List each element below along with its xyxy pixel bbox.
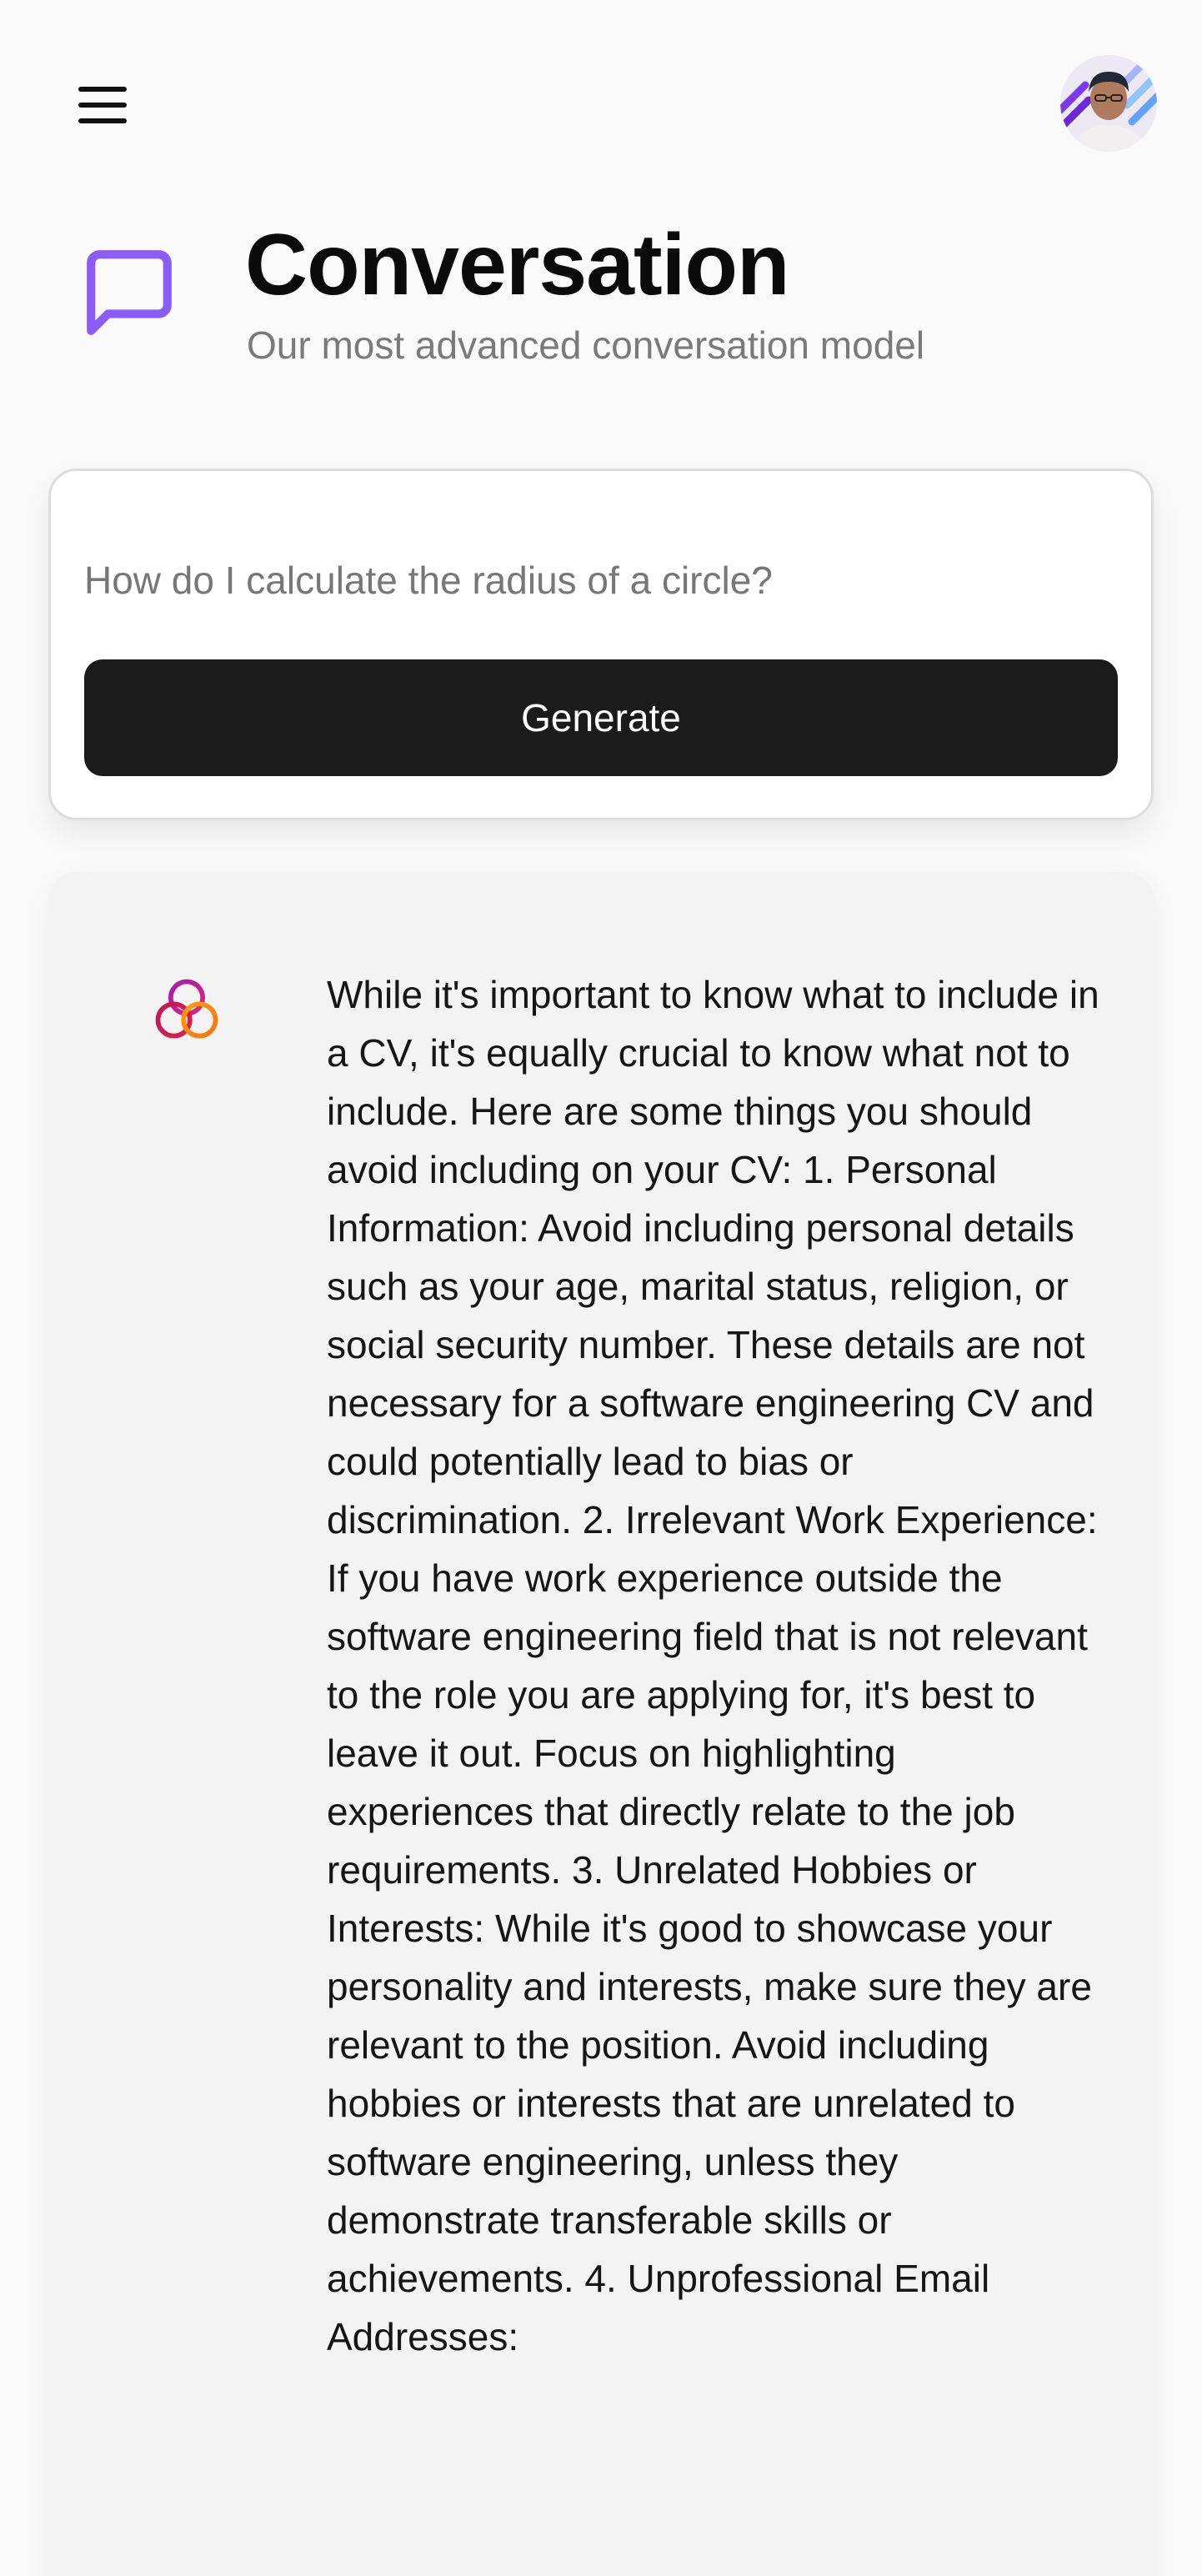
page-title: Conversation [245, 217, 790, 313]
page: Conversation Our most advanced conversat… [0, 0, 1202, 2576]
response-text: While it's important to know what to inc… [327, 973, 1099, 2358]
message-square-icon [78, 242, 180, 343]
page-subtitle: Our most advanced conversation model [247, 323, 925, 367]
top-bar [0, 0, 1202, 183]
response-card: While it's important to know what to inc… [48, 872, 1155, 2576]
user-avatar-icon [1060, 55, 1157, 152]
prompt-input[interactable] [84, 543, 1118, 618]
avatar[interactable] [1060, 55, 1157, 152]
generate-button[interactable]: Generate [84, 659, 1118, 776]
prompt-card: Generate [48, 469, 1154, 820]
hamburger-menu-icon[interactable] [73, 80, 132, 130]
model-logo-icon [148, 972, 225, 1049]
